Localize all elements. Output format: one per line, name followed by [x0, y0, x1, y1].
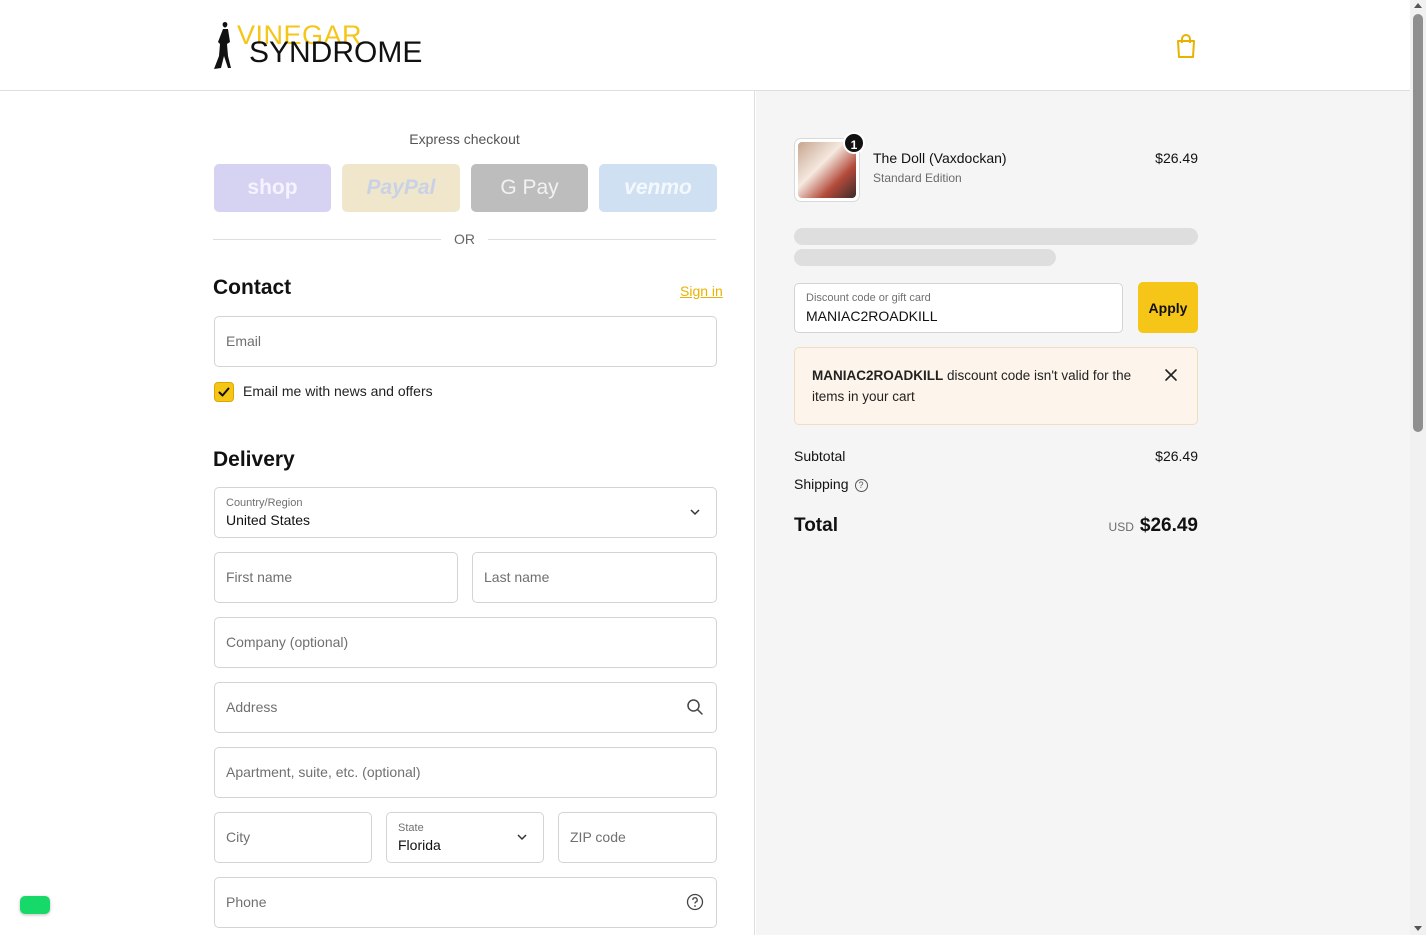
shipping-help-icon[interactable]: ?: [854, 478, 868, 492]
paypal-button[interactable]: PayPal: [342, 164, 460, 212]
search-icon: [687, 699, 703, 715]
shipping-label: Shipping: [794, 476, 849, 492]
subtotal-value: $26.49: [1155, 448, 1198, 464]
apartment-placeholder: Apartment, suite, etc. (optional): [226, 764, 421, 780]
scroll-up-arrow-icon[interactable]: [1414, 3, 1422, 8]
apply-discount-button[interactable]: Apply: [1138, 282, 1198, 333]
total-label: Total: [794, 515, 838, 536]
apartment-field[interactable]: Apartment, suite, etc. (optional): [214, 747, 717, 798]
shop-pay-button[interactable]: shop: [214, 164, 331, 212]
total-currency: USD: [1108, 520, 1134, 534]
subtotal-label: Subtotal: [794, 448, 846, 464]
zip-placeholder: ZIP code: [570, 829, 626, 845]
help-circle-icon[interactable]: [686, 893, 704, 911]
scroll-down-arrow-icon[interactable]: [1414, 926, 1422, 931]
express-checkout-label: Express checkout: [409, 131, 520, 147]
country-value: United States: [226, 512, 311, 528]
last-name-field[interactable]: Last name: [472, 552, 717, 603]
google-pay-button[interactable]: G Pay: [471, 164, 588, 212]
logo-figure-icon: [214, 22, 231, 69]
error-code: MANIAC2ROADKILL: [812, 368, 944, 383]
state-label: State: [398, 822, 424, 834]
email-placeholder: Email: [226, 333, 262, 349]
zip-field[interactable]: ZIP code: [558, 812, 717, 863]
newsletter-checkbox[interactable]: [214, 382, 234, 402]
product-edition: Standard Edition: [873, 171, 962, 185]
discount-code-field[interactable]: Discount code or gift card MANIAC2ROADKI…: [794, 283, 1123, 333]
product-price: $26.49: [1155, 150, 1198, 166]
loading-skeleton: [794, 249, 1056, 266]
last-name-placeholder: Last name: [484, 569, 550, 585]
newsletter-label: Email me with news and offers: [243, 383, 433, 399]
country-select[interactable]: Country/Region United States: [214, 487, 717, 538]
total-amount: USD $26.49: [1109, 515, 1198, 537]
delivery-heading: Delivery: [213, 448, 295, 471]
discount-label: Discount code or gift card: [806, 292, 931, 304]
state-value: Florida: [398, 837, 441, 853]
site-header: VINEGAR SYNDROME: [0, 0, 1410, 91]
discount-value: MANIAC2ROADKILL: [806, 308, 938, 324]
checkout-form-column: Express checkout shop PayPal G Pay venmo…: [0, 91, 755, 935]
product-name: The Doll (Vaxdockan): [873, 150, 1007, 166]
total-value: $26.49: [1139, 515, 1198, 536]
close-icon[interactable]: [1163, 367, 1179, 383]
logo-word-bottom: SYNDROME: [249, 36, 423, 69]
email-field[interactable]: Email: [214, 316, 717, 367]
phone-field[interactable]: Phone: [214, 877, 717, 928]
state-select[interactable]: State Florida: [386, 812, 544, 863]
city-placeholder: City: [226, 829, 251, 845]
discount-error-message: MANIAC2ROADKILL discount code isn't vali…: [812, 365, 1142, 407]
company-field[interactable]: Company (optional): [214, 617, 717, 668]
first-name-field[interactable]: First name: [214, 552, 458, 603]
address-field[interactable]: Address: [214, 682, 717, 733]
venmo-button[interactable]: venmo: [599, 164, 717, 212]
chevron-down-icon: [690, 509, 700, 516]
city-field[interactable]: City: [214, 812, 372, 863]
chevron-down-icon: [517, 834, 527, 841]
contact-heading: Contact: [213, 276, 292, 299]
shipping-row: Shipping?: [794, 476, 868, 492]
loading-skeleton: [794, 228, 1198, 245]
company-placeholder: Company (optional): [226, 634, 349, 650]
first-name-placeholder: First name: [226, 569, 293, 585]
phone-placeholder: Phone: [226, 894, 267, 910]
sign-in-link[interactable]: Sign in: [680, 283, 723, 299]
country-label: Country/Region: [226, 497, 303, 509]
check-icon: [218, 387, 230, 397]
site-logo[interactable]: VINEGAR SYNDROME: [213, 20, 422, 72]
scrollbar-thumb[interactable]: [1413, 14, 1423, 432]
quantity-badge: 1: [843, 132, 865, 154]
or-divider: OR: [213, 231, 716, 247]
page-scrollbar[interactable]: [1410, 0, 1426, 935]
cart-bag-icon[interactable]: [1174, 33, 1198, 59]
order-summary: 1 The Doll (Vaxdockan) Standard Edition …: [756, 91, 1410, 935]
chat-widget-button[interactable]: [20, 896, 50, 914]
address-placeholder: Address: [226, 699, 278, 715]
discount-error-alert: MANIAC2ROADKILL discount code isn't vali…: [794, 347, 1198, 425]
